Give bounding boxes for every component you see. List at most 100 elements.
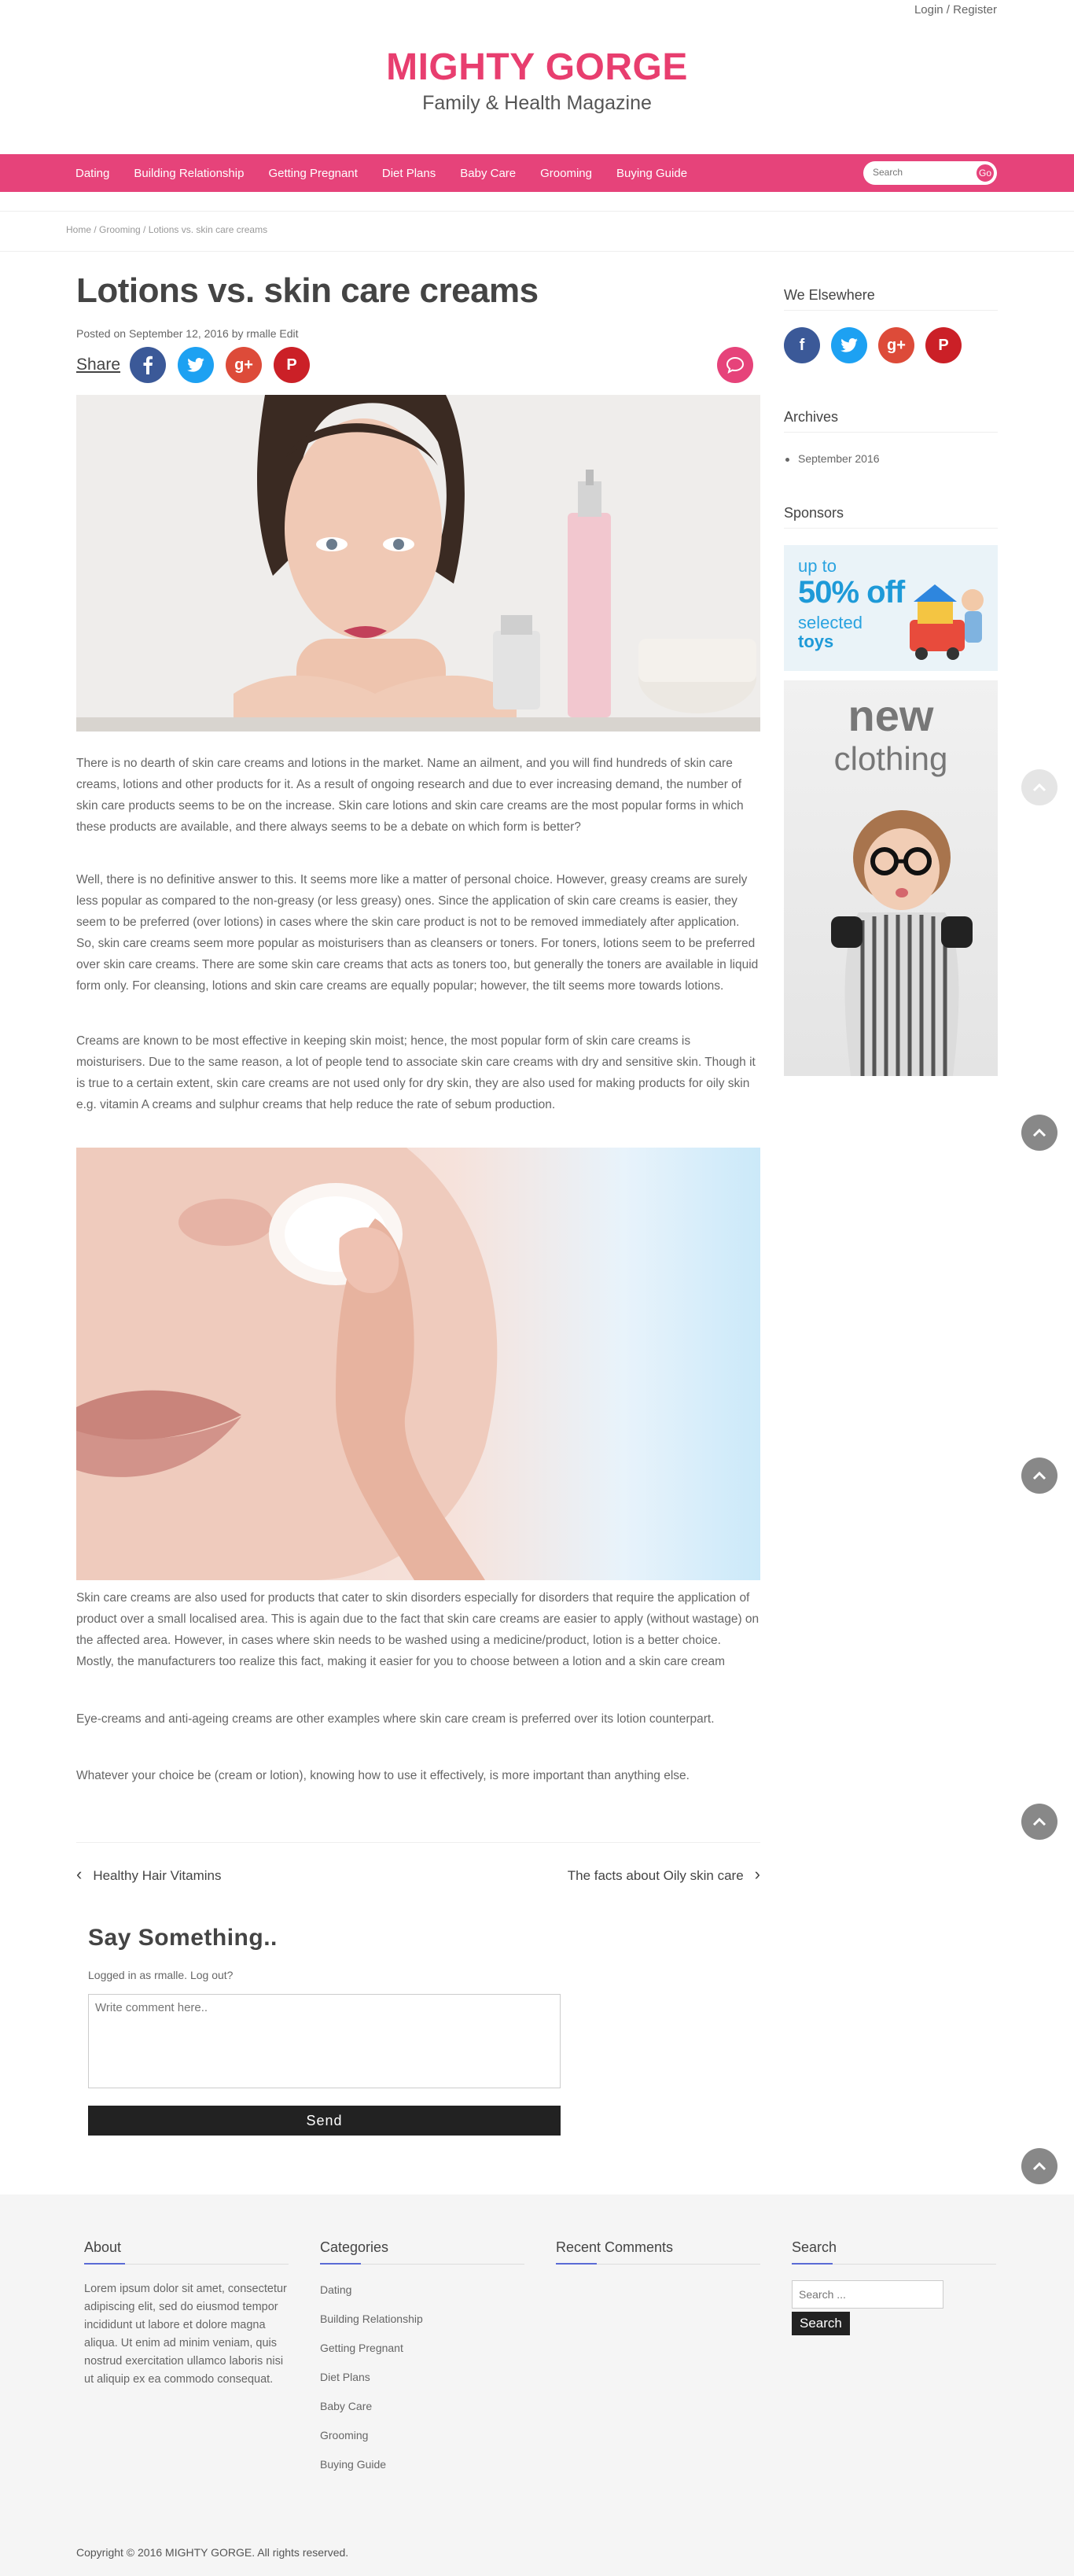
nav-item-diet-plans[interactable]: Diet Plans	[382, 167, 436, 180]
nav-search-input[interactable]	[873, 167, 967, 178]
facebook-icon: f	[799, 336, 805, 354]
share-label: Share	[76, 356, 121, 374]
post-paragraph-5: Eye-creams and anti-ageing creams are ot…	[76, 1712, 715, 1726]
footer-search-heading: Search	[792, 2239, 996, 2265]
cream-application-photo	[76, 1148, 760, 1580]
sponsor-ad-toys[interactable]: up to 50% off selected toys	[784, 545, 998, 671]
archives-heading: Archives	[784, 409, 998, 433]
post-paragraph-2: Well, there is no definitive answer to t…	[76, 873, 759, 993]
nav-item-building-relationship[interactable]: Building Relationship	[134, 167, 244, 180]
comment-textarea[interactable]	[88, 1994, 561, 2088]
footer-about-heading: About	[84, 2239, 289, 2265]
footer-categories-heading: Categories	[320, 2239, 524, 2265]
previous-post-link[interactable]: ‹ Healthy Hair Vitamins	[76, 1864, 221, 1885]
chevron-left-icon: ‹	[76, 1864, 83, 1884]
ad-clothing-line-1: new	[848, 691, 934, 740]
scroll-top-button-2[interactable]	[1021, 1115, 1057, 1151]
post-paragraph-1: There is no dearth of skin care creams a…	[76, 757, 744, 834]
post-paragraph-3: Creams are known to be most effective in…	[76, 1034, 756, 1111]
nav-item-getting-pregnant[interactable]: Getting Pregnant	[268, 167, 357, 180]
google-plus-icon: g+	[887, 336, 906, 354]
nav-item-dating[interactable]: Dating	[75, 167, 109, 180]
footer-category-getting-pregnant[interactable]: Getting Pregnant	[320, 2334, 524, 2363]
ad-toys-line-2: 50% off	[798, 575, 905, 610]
ad-toys-line-3: selected	[798, 613, 863, 632]
nav-item-grooming[interactable]: Grooming	[540, 167, 592, 180]
footer-search: Search Search	[792, 2239, 996, 2335]
post-title: Lotions vs. skin care creams	[76, 271, 539, 310]
site-title[interactable]: MIGHTY GORGE	[0, 46, 1074, 89]
footer-category-building-relationship[interactable]: Building Relationship	[320, 2305, 524, 2334]
footer-about: About Lorem ipsum dolor sit amet, consec…	[84, 2239, 289, 2389]
post-featured-image	[76, 395, 760, 732]
chevron-up-icon	[1032, 2161, 1046, 2171]
footer-category-grooming[interactable]: Grooming	[320, 2421, 524, 2450]
pinterest-share-button[interactable]: P	[274, 347, 311, 383]
archive-item-september-2016[interactable]: September 2016	[798, 452, 880, 465]
sidebar-facebook-button[interactable]: f	[784, 327, 820, 363]
footer-category-baby-care[interactable]: Baby Care	[320, 2392, 524, 2421]
footer-search-button[interactable]: Search	[792, 2312, 850, 2335]
sidebar-twitter-button[interactable]	[831, 327, 867, 363]
ad-clothing-line-2: clothing	[833, 740, 948, 777]
sponsor-ad-clothing[interactable]: new clothing	[784, 680, 998, 1076]
post-meta: Posted on September 12, 2016 by rmalle E…	[76, 327, 299, 340]
ad-toys-line-1: up to	[798, 556, 837, 576]
top-bar: Login / Register	[0, 0, 1074, 24]
nav-menu: Dating Building Relationship Getting Pre…	[75, 154, 712, 192]
scroll-top-button-1[interactable]	[1021, 769, 1057, 805]
footer-search-input[interactable]	[792, 2280, 943, 2309]
scroll-top-button-3[interactable]	[1021, 1458, 1057, 1494]
we-elsewhere-heading: We Elsewhere	[784, 287, 998, 311]
woman-with-cosmetics-photo	[76, 395, 760, 732]
google-plus-icon: g+	[234, 356, 253, 374]
site-tagline: Family & Health Magazine	[422, 92, 652, 114]
chevron-right-icon: ›	[754, 1864, 760, 1884]
next-post-link[interactable]: The facts about Oily skin care ›	[568, 1864, 760, 1885]
footer-category-diet-plans[interactable]: Diet Plans	[320, 2363, 524, 2392]
login-register-link[interactable]: Login / Register	[914, 3, 997, 17]
pinterest-icon: P	[286, 356, 297, 374]
nav-search-go-button[interactable]: Go	[975, 163, 995, 183]
speech-bubble-icon	[726, 356, 745, 374]
twitter-share-button[interactable]	[178, 347, 215, 383]
facebook-share-button[interactable]	[130, 347, 167, 383]
google-plus-share-button[interactable]: g+	[226, 347, 263, 383]
copyright-text: Copyright © 2016 MIGHTY GORGE. All right…	[76, 2546, 349, 2559]
site-footer: About Lorem ipsum dolor sit amet, consec…	[0, 2195, 1074, 2576]
footer-categories: Categories Dating Building Relationship …	[320, 2239, 524, 2479]
post-navigation: ‹ Healthy Hair Vitamins The facts about O…	[76, 1842, 760, 1905]
chevron-up-icon	[1032, 783, 1046, 792]
comment-section-title: Say Something..	[88, 1925, 278, 1951]
chevron-up-icon	[1032, 1128, 1046, 1137]
footer-recent-comments: Recent Comments	[556, 2239, 760, 2265]
sidebar-pinterest-button[interactable]: P	[925, 327, 962, 363]
nav-item-buying-guide[interactable]: Buying Guide	[616, 167, 687, 180]
breadcrumb[interactable]: Home / Grooming / Lotions vs. skin care …	[66, 224, 267, 235]
previous-post-title: Healthy Hair Vitamins	[93, 1868, 222, 1883]
comments-button[interactable]	[717, 347, 753, 383]
footer-category-dating[interactable]: Dating	[320, 2276, 524, 2305]
next-post-title: The facts about Oily skin care	[567, 1868, 744, 1883]
sidebar-social-links: f g+ P	[784, 327, 973, 363]
footer-category-list: Dating Building Relationship Getting Pre…	[320, 2276, 524, 2479]
sidebar-google-plus-button[interactable]: g+	[878, 327, 914, 363]
chevron-up-icon	[1032, 1471, 1046, 1480]
footer-category-buying-guide[interactable]: Buying Guide	[320, 2450, 524, 2479]
scroll-top-button-4[interactable]	[1021, 1804, 1057, 1840]
pinterest-icon: P	[938, 336, 949, 354]
chevron-up-icon	[1032, 1817, 1046, 1826]
scroll-top-button-5[interactable]	[1021, 2148, 1057, 2184]
post-paragraph-4: Skin care creams are also used for produ…	[76, 1591, 760, 1668]
send-comment-button[interactable]: Send	[88, 2106, 561, 2136]
archive-bullet	[785, 458, 789, 462]
site-branding: MIGHTY GORGE Family & Health Magazine	[0, 46, 1074, 115]
breadcrumb-bar: Home / Grooming / Lotions vs. skin care …	[0, 211, 1074, 252]
ad-toys-line-4: toys	[798, 632, 834, 651]
nav-search-box: Go	[863, 161, 997, 185]
toys-illustration	[910, 584, 984, 660]
nav-item-baby-care[interactable]: Baby Care	[460, 167, 516, 180]
post-paragraph-6: Whatever your choice be (cream or lotion…	[76, 1769, 690, 1782]
main-navigation: Dating Building Relationship Getting Pre…	[0, 154, 1074, 192]
logged-in-status[interactable]: Logged in as rmalle. Log out?	[88, 1969, 233, 1981]
